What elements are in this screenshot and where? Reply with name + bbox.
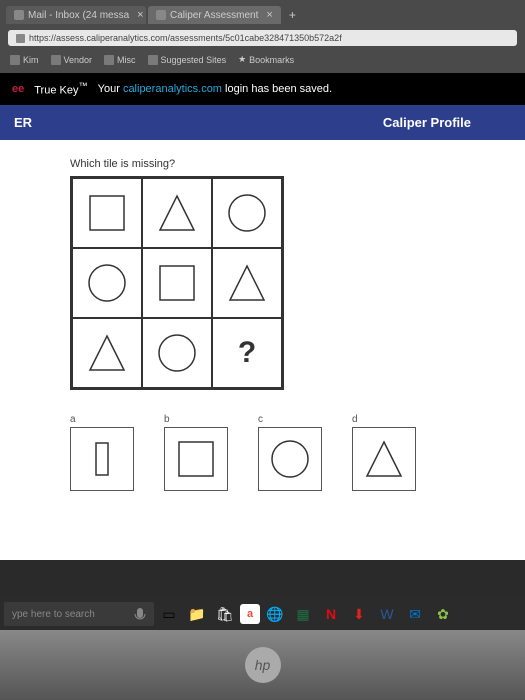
circle-icon	[224, 190, 270, 236]
lock-icon	[16, 34, 25, 43]
answer-option-b[interactable]: b	[164, 414, 228, 491]
rectangle-icon	[80, 437, 124, 481]
answer-option-c[interactable]: c	[258, 414, 322, 491]
laptop-bezel: hp	[0, 630, 525, 700]
bookmark-kim[interactable]: Kim	[10, 55, 39, 65]
question-mark-icon: ?	[238, 336, 256, 370]
grid-cell	[142, 318, 212, 388]
grid-cell-missing: ?	[212, 318, 282, 388]
address-row: https://assess.caliperanalytics.com/asse…	[0, 26, 525, 50]
circle-icon	[154, 330, 200, 376]
folder-icon	[104, 55, 114, 65]
truekey-message: Your caliperanalytics.com login has been…	[98, 83, 332, 95]
grid-cell	[212, 178, 282, 248]
bookmark-suggested[interactable]: Suggested Sites	[148, 55, 227, 65]
task-view-icon[interactable]: ▭	[156, 602, 182, 626]
netflix-icon[interactable]: N	[318, 602, 344, 626]
circle-icon	[84, 260, 130, 306]
file-explorer-icon[interactable]: 📁	[184, 602, 210, 626]
grid-cell	[142, 178, 212, 248]
square-icon	[84, 190, 130, 236]
content-area: Which tile is missing? ? a b c d	[0, 140, 525, 560]
grid-cell	[72, 178, 142, 248]
app-icon[interactable]: ✿	[430, 602, 456, 626]
folder-icon	[51, 55, 61, 65]
truekey-logo-icon: ee	[12, 83, 24, 95]
word-icon[interactable]: W	[374, 602, 400, 626]
header-left: ER	[14, 115, 32, 130]
tab-label: Mail - Inbox (24 messa	[28, 10, 129, 21]
excel-icon[interactable]: ▦	[290, 602, 316, 626]
bookmark-vendor[interactable]: Vendor	[51, 55, 93, 65]
app-icon[interactable]: a	[240, 604, 260, 624]
star-icon: ★	[238, 54, 246, 65]
grid-cell	[72, 248, 142, 318]
url-text: https://assess.caliperanalytics.com/asse…	[29, 33, 342, 43]
tab-mail[interactable]: Mail - Inbox (24 messa ×	[6, 6, 146, 24]
new-tab-button[interactable]: +	[283, 6, 302, 24]
site-icon	[156, 10, 166, 20]
folder-icon	[148, 55, 158, 65]
circle-icon	[268, 437, 312, 481]
answer-option-d[interactable]: d	[352, 414, 416, 491]
caliper-header: ER Caliper Profile	[0, 105, 525, 140]
close-icon[interactable]: ×	[137, 9, 143, 21]
page-title: Caliper Profile	[383, 115, 471, 130]
microphone-icon[interactable]	[134, 606, 146, 622]
triangle-icon	[84, 330, 130, 376]
truekey-notification: ee True Key™ Your caliperanalytics.com l…	[0, 73, 525, 105]
hp-logo-icon: hp	[245, 647, 281, 683]
truekey-link[interactable]: caliperanalytics.com	[123, 83, 222, 95]
truekey-brand: True Key™	[34, 81, 87, 97]
outlook-icon[interactable]: ✉	[402, 602, 428, 626]
answer-label: d	[352, 414, 358, 425]
mail-icon	[14, 10, 24, 20]
square-icon	[154, 260, 200, 306]
bookmark-bookmarks[interactable]: ★Bookmarks	[238, 54, 294, 65]
store-icon[interactable]: 🛍	[212, 602, 238, 626]
grid-cell	[212, 248, 282, 318]
triangle-icon	[224, 260, 270, 306]
chrome-icon[interactable]: 🌐	[262, 602, 288, 626]
question-text: Which tile is missing?	[70, 158, 495, 170]
bookmarks-bar: Kim Vendor Misc Suggested Sites ★Bookmar…	[0, 50, 525, 69]
answers-row: a b c d	[70, 414, 495, 491]
search-input[interactable]: ype here to search	[4, 602, 154, 626]
puzzle-grid: ?	[70, 176, 284, 390]
triangle-icon	[154, 190, 200, 236]
answer-label: c	[258, 414, 263, 425]
tab-caliper[interactable]: Caliper Assessment ×	[148, 6, 281, 24]
grid-cell	[142, 248, 212, 318]
answer-option-a[interactable]: a	[70, 414, 134, 491]
folder-icon	[10, 55, 20, 65]
square-icon	[174, 437, 218, 481]
triangle-icon	[362, 437, 406, 481]
tab-label: Caliper Assessment	[170, 10, 258, 21]
browser-chrome: Mail - Inbox (24 messa × Caliper Assessm…	[0, 0, 525, 73]
acrobat-icon[interactable]: ⬇	[346, 602, 372, 626]
answer-label: b	[164, 414, 170, 425]
answer-label: a	[70, 414, 76, 425]
search-placeholder: ype here to search	[12, 609, 95, 620]
windows-taskbar: ype here to search ▭ 📁 🛍 a 🌐 ▦ N ⬇ W ✉ ✿	[0, 598, 525, 630]
grid-cell	[72, 318, 142, 388]
close-icon[interactable]: ×	[266, 9, 272, 21]
bookmark-misc[interactable]: Misc	[104, 55, 136, 65]
tab-strip: Mail - Inbox (24 messa × Caliper Assessm…	[0, 4, 525, 26]
address-bar[interactable]: https://assess.caliperanalytics.com/asse…	[8, 30, 517, 46]
